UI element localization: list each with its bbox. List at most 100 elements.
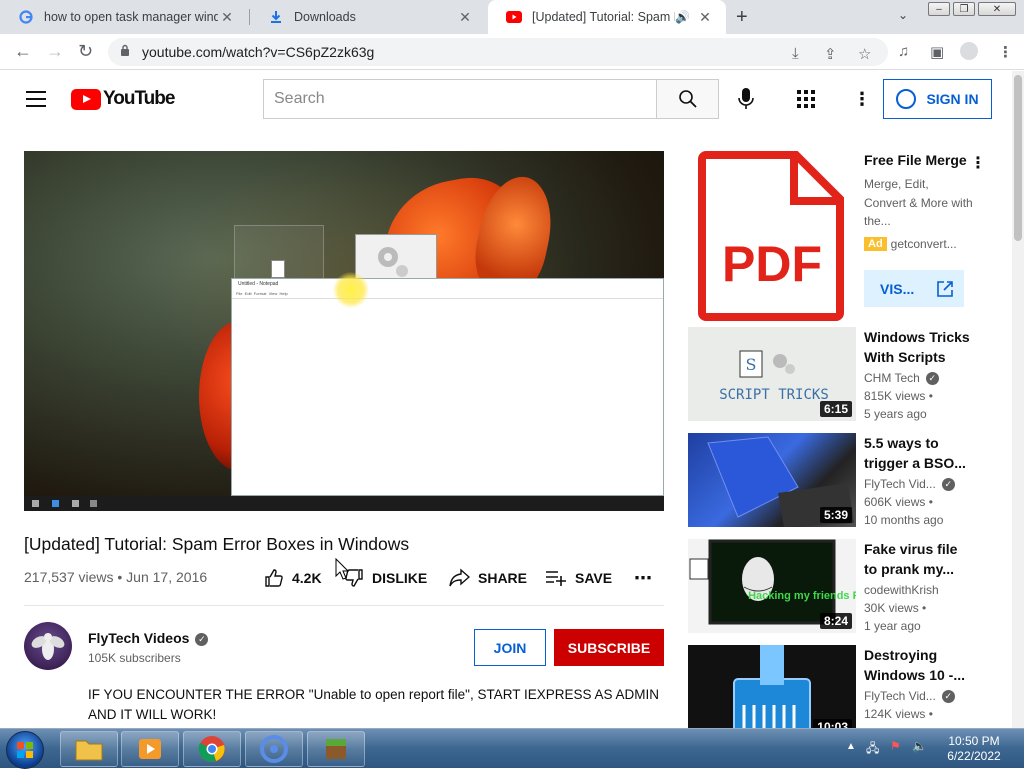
taskbar-media-player[interactable] <box>121 731 179 767</box>
video-thumbnail[interactable]: S SCRIPT TRICKS 6:15 <box>688 327 856 421</box>
share-page-icon[interactable]: ⇪ <box>824 45 837 63</box>
youtube-logo[interactable]: YouTube <box>71 88 175 110</box>
video-gear-window <box>355 234 437 280</box>
tab-youtube-video[interactable]: [Updated] Tutorial: Spam Err 🔊 ✕ <box>488 0 726 34</box>
channel-name[interactable]: FlyTech Videos ✓ <box>88 630 209 646</box>
ad-menu-icon[interactable]: ⋮ <box>970 153 986 173</box>
video-title[interactable]: Windows Tricks With Scripts <box>864 327 974 367</box>
upload-age: 1 year ago <box>864 619 921 633</box>
channel-name[interactable]: FlyTech Vid... ✓ <box>864 689 955 704</box>
mic-icon[interactable] <box>736 87 756 116</box>
more-actions-icon[interactable]: ⋯ <box>634 568 652 589</box>
back-icon[interactable]: ← <box>14 41 32 62</box>
tab-google-search[interactable]: how to open task manager windo ✕ <box>0 0 248 34</box>
apps-grid-icon[interactable] <box>797 90 815 108</box>
video-thumbnail[interactable]: Hacking my friends PC 8:24 <box>688 539 856 633</box>
thumbs-up-icon <box>265 569 283 587</box>
maximize-icon[interactable]: ❐ <box>953 2 975 16</box>
taskbar-explorer[interactable] <box>60 731 118 767</box>
ad-badge: Ad <box>864 237 887 251</box>
ad-thumbnail[interactable]: PDF <box>688 151 856 321</box>
tab-search-chevron-icon[interactable]: ⌄ <box>898 8 908 22</box>
join-button[interactable]: JOIN <box>474 629 546 666</box>
video-title[interactable]: Fake virus file to prank my... <box>864 539 974 579</box>
thumbnail-text: SCRIPT TRICKS <box>719 387 829 403</box>
video-notepad-window: Untitled - Notepad File Edit Format View… <box>231 278 664 496</box>
save-button[interactable]: SAVE <box>545 568 612 588</box>
new-tab-icon[interactable]: + <box>736 6 748 29</box>
ad-title[interactable]: Free File Merge <box>864 152 967 168</box>
share-icon <box>449 568 470 587</box>
video-duration: 10:03 <box>813 719 852 728</box>
side-panel-icon[interactable]: ▣ <box>930 43 944 61</box>
close-icon[interactable]: ✕ <box>218 9 236 26</box>
grass-block-icon <box>326 739 346 759</box>
profile-avatar[interactable] <box>960 42 978 60</box>
chrome-beta-icon <box>260 735 288 763</box>
tray-expand-icon[interactable]: ▲ <box>846 741 856 752</box>
lock-icon[interactable] <box>120 44 130 56</box>
sign-in-button[interactable]: SIGN IN <box>883 79 992 119</box>
ad-visit-button[interactable]: VIS... <box>864 270 964 307</box>
taskbar-chrome[interactable] <box>183 731 241 767</box>
like-button[interactable]: 4.2K <box>264 568 322 588</box>
recommended-video[interactable]: 5:39 5.5 ways to trigger a BSO... FlyTec… <box>688 433 998 527</box>
video-thumbnail[interactable]: 10:03 <box>688 645 856 728</box>
scrollbar-thumb[interactable] <box>1014 75 1022 241</box>
browser-toolbar: ← → ↻ youtube.com/watch?v=CS6pZ2zk63g ⤓ … <box>0 34 1024 70</box>
channel-avatar[interactable] <box>24 622 72 670</box>
url-text[interactable]: youtube.com/watch?v=CS6pZ2zk63g <box>142 44 374 60</box>
chrome-menu-icon[interactable]: ⋮ <box>998 43 1013 61</box>
minimize-icon[interactable]: – <box>928 2 950 16</box>
search-input[interactable]: Search <box>263 79 656 119</box>
youtube-icon <box>506 9 522 25</box>
tab-downloads[interactable]: Downloads ✕ <box>250 0 486 34</box>
video-player[interactable]: Untitled - Notepad File Edit Format View… <box>24 151 664 511</box>
taskbar-chrome-alt[interactable] <box>245 731 303 767</box>
recommended-video[interactable]: Hacking my friends PC 8:24 Fake virus fi… <box>688 539 998 633</box>
settings-more-icon[interactable]: ⋮ <box>853 89 871 110</box>
share-button[interactable]: SHARE <box>448 568 527 588</box>
close-icon[interactable]: ✕ <box>696 9 714 26</box>
window-close-icon[interactable]: ✕ <box>978 2 1016 16</box>
taskbar-minecraft[interactable] <box>307 731 365 767</box>
thumbnail-text: Hacking my friends PC <box>748 590 856 602</box>
video-title[interactable]: Destroying Windows 10 -... <box>864 645 974 685</box>
recommended-video[interactable]: 10:03 Destroying Windows 10 -... FlyTech… <box>688 645 998 728</box>
start-button[interactable] <box>6 731 44 769</box>
audio-playing-icon[interactable]: 🔊 <box>675 10 690 24</box>
dislike-button[interactable]: DISLIKE <box>344 568 427 588</box>
search-button[interactable] <box>656 79 719 119</box>
page-scrollbar[interactable] <box>1012 71 1024 728</box>
media-control-icon[interactable]: ♫ <box>898 43 909 60</box>
subscribe-button[interactable]: SUBSCRIBE <box>554 629 664 666</box>
install-app-icon[interactable]: ⤓ <box>792 45 799 62</box>
bookmark-star-icon[interactable]: ☆ <box>858 45 871 63</box>
volume-icon[interactable]: 🔈 <box>912 739 927 753</box>
view-count: 30K views • <box>864 601 927 615</box>
playlist-add-icon <box>546 571 566 586</box>
address-bar[interactable]: youtube.com/watch?v=CS6pZ2zk63g ⤓ ⇪ ☆ <box>108 38 888 66</box>
verified-check-icon: ✓ <box>941 478 955 492</box>
recommended-video[interactable]: S SCRIPT TRICKS 6:15 Windows Tricks With… <box>688 327 998 421</box>
network-icon[interactable]: 🖧 <box>866 739 879 760</box>
channel-name[interactable]: FlyTech Vid... ✓ <box>864 477 955 492</box>
search-icon <box>678 90 697 108</box>
youtube-play-icon <box>71 88 101 110</box>
video-title[interactable]: 5.5 ways to trigger a BSO... <box>864 433 974 473</box>
verified-check-icon: ✓ <box>925 372 939 386</box>
like-count: 4.2K <box>292 570 322 586</box>
channel-name-text: FlyTech Vid... <box>864 689 936 703</box>
forward-icon[interactable]: → <box>46 41 64 62</box>
video-title: [Updated] Tutorial: Spam Error Boxes in … <box>24 534 410 554</box>
video-desktop-icon <box>234 225 324 281</box>
system-clock[interactable]: 10:50 PM 6/22/2022 <box>928 734 1020 764</box>
action-center-icon[interactable]: ⚑ <box>890 739 901 753</box>
channel-name[interactable]: CHM Tech ✓ <box>864 371 939 386</box>
hamburger-menu-icon[interactable] <box>26 91 46 107</box>
pdf-label: PDF <box>722 236 822 292</box>
close-icon[interactable]: ✕ <box>456 9 474 26</box>
channel-name[interactable]: codewithKrish <box>864 583 939 597</box>
reload-icon[interactable]: ↻ <box>78 41 93 62</box>
video-thumbnail[interactable]: 5:39 <box>688 433 856 527</box>
